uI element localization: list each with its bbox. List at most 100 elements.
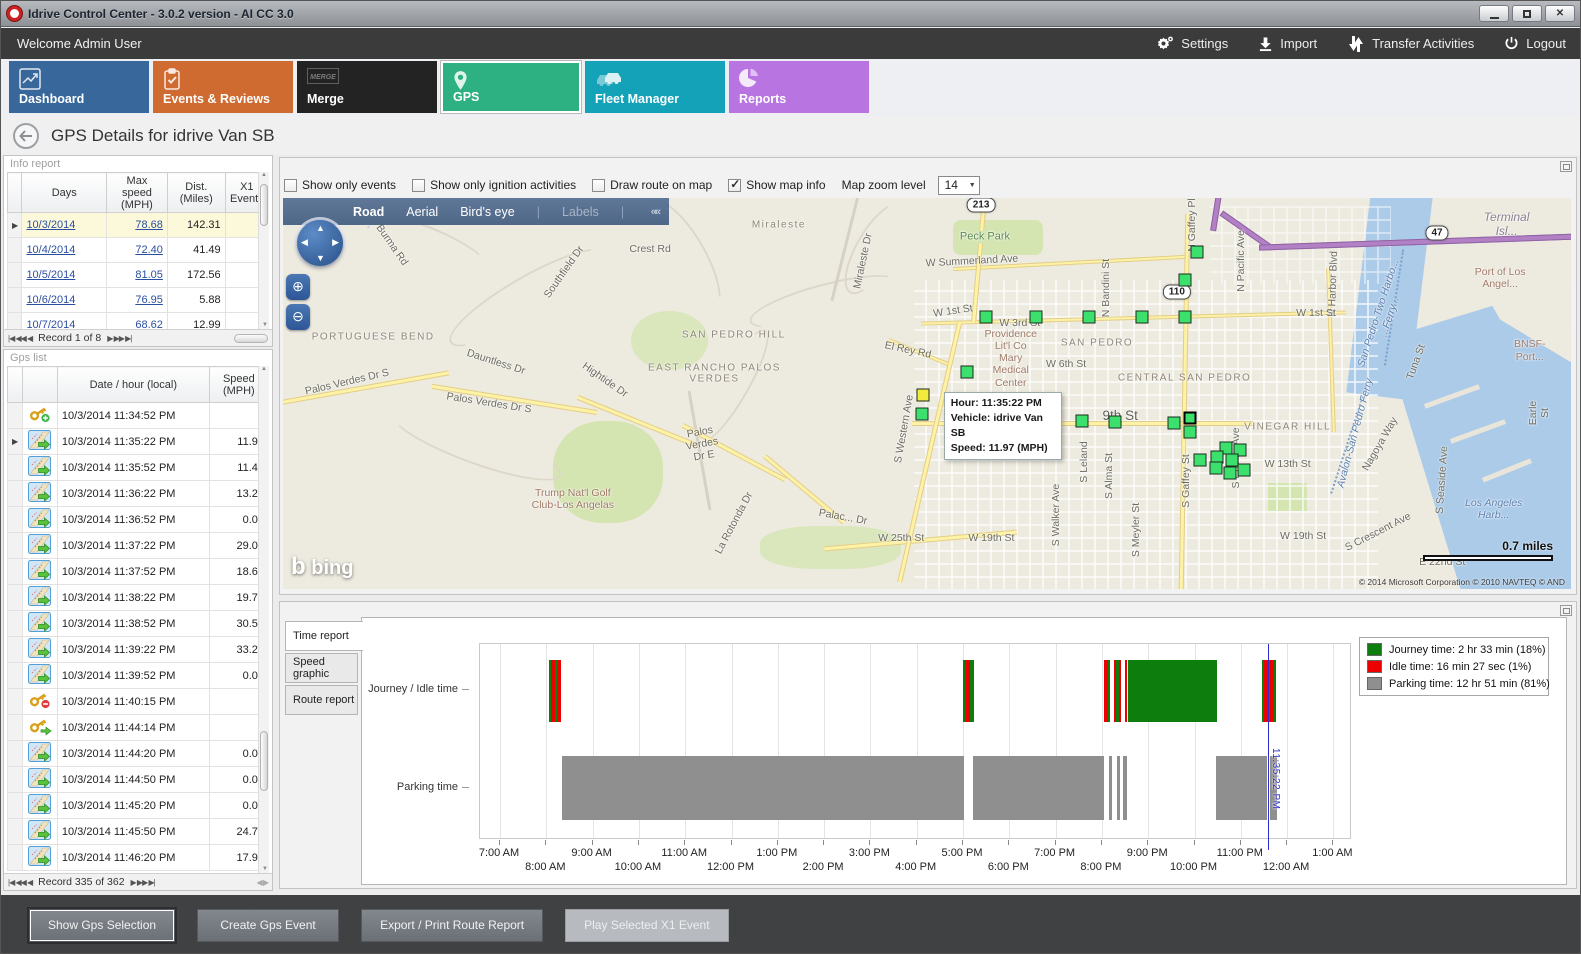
gps-list-row[interactable]: 10/3/2014 11:44:20 PM0.00	[8, 741, 269, 767]
report-tab-speed-graphic[interactable]: Speed graphic	[285, 653, 358, 683]
day-link[interactable]: 10/6/2014	[26, 294, 75, 306]
gps-list-row[interactable]: 10/3/2014 11:37:22 PM29.05	[8, 533, 269, 559]
gps-marker[interactable]	[1183, 425, 1196, 438]
gps-list-row[interactable]: 10/3/2014 11:38:22 PM19.70	[8, 585, 269, 611]
max-speed-link[interactable]: 72.40	[135, 244, 163, 256]
gps-marker[interactable]	[1183, 411, 1196, 424]
gps-list-row[interactable]: 10/3/2014 11:35:52 PM11.47	[8, 455, 269, 481]
pager-last-icon[interactable]: ▶ ▶▶ ▶|	[107, 334, 131, 343]
topbar-action-logout[interactable]: Logout	[1504, 36, 1566, 51]
checkbox-show-only-events[interactable]: Show only events	[284, 178, 396, 192]
map-zoom-out-button[interactable]: ⊖	[286, 304, 310, 330]
map-view-tab-labels[interactable]: Labels	[562, 205, 599, 219]
gps-list-row[interactable]: 10/3/2014 11:34:52 PM	[8, 403, 269, 429]
day-link[interactable]: 10/3/2014	[26, 219, 75, 231]
gps-marker[interactable]	[1191, 245, 1204, 258]
nav-tile-gps[interactable]: GPS	[441, 61, 581, 113]
nav-tile-events-reviews[interactable]: Events & Reviews	[153, 61, 293, 113]
button-create-gps-event[interactable]: Create Gps Event	[197, 909, 339, 942]
gps-marker[interactable]	[1168, 416, 1181, 429]
map-view-tab-aerial[interactable]: Aerial	[406, 205, 438, 219]
nav-tile-merge[interactable]: MERGEMerge	[297, 61, 437, 113]
minimize-button[interactable]	[1479, 5, 1509, 22]
pager-hscroll-thumb[interactable]	[234, 334, 268, 343]
button-show-gps-selection[interactable]: Show Gps Selection	[29, 909, 175, 942]
gps-list-row[interactable]: 10/3/2014 11:38:52 PM30.55	[8, 611, 269, 637]
map-view-tab-road[interactable]: Road	[353, 205, 384, 219]
gps-marker[interactable]	[1237, 464, 1250, 477]
info-column-header[interactable]: Dist. (Miles)	[167, 173, 225, 213]
gps-list-row[interactable]: 10/3/2014 11:39:22 PM33.21	[8, 637, 269, 663]
gps-list-row[interactable]: 10/3/2014 11:39:52 PM0.00	[8, 663, 269, 689]
topbar-action-import[interactable]: Import	[1258, 36, 1317, 52]
pager-first-icon[interactable]: |◀ ◀◀ ◀	[8, 878, 32, 887]
report-tab-route-report[interactable]: Route report	[285, 685, 358, 715]
day-link[interactable]: 10/4/2014	[26, 244, 75, 256]
gps-list-row[interactable]: 10/3/2014 11:44:14 PM	[8, 715, 269, 741]
gps-list-row[interactable]: 10/3/2014 11:45:20 PM0.00	[8, 793, 269, 819]
nav-tile-fleet-manager[interactable]: Fleet Manager	[585, 61, 725, 113]
gps-marker[interactable]	[1194, 453, 1207, 466]
info-report-row[interactable]: 10/5/201481.05172.56	[8, 263, 269, 288]
info-report-row[interactable]: 10/4/201472.4041.49	[8, 238, 269, 263]
checkbox-show-only-ignition-activities[interactable]: Show only ignition activities	[412, 178, 576, 192]
map-view-toolbar: RoadAerialBird's eye|Labels|««	[283, 198, 669, 225]
pager-first-icon[interactable]: |◀ ◀◀ ◀	[8, 334, 32, 343]
gps-list-row[interactable]: 10/3/2014 11:46:20 PM17.93	[8, 845, 269, 871]
map-pan-control[interactable]: ▲ ▼ ◀ ▶	[297, 220, 343, 266]
max-speed-link[interactable]: 76.95	[135, 294, 163, 306]
map-zoom-level-select[interactable]: 14	[938, 176, 980, 195]
gps-marker[interactable]	[1109, 415, 1122, 428]
button-export-print-route-report[interactable]: Export / Print Route Report	[361, 909, 543, 942]
checkbox-show-map-info[interactable]: Show map info	[728, 178, 825, 192]
gps-list-row[interactable]: 10/3/2014 11:45:50 PM24.75	[8, 819, 269, 845]
gps-column-header[interactable]: Date / hour (local)	[57, 367, 209, 403]
info-report-row[interactable]: 10/7/201468.6212.99	[8, 313, 269, 330]
gps-marker[interactable]	[915, 407, 928, 420]
max-speed-link[interactable]: 68.62	[135, 319, 163, 329]
back-button[interactable]	[13, 123, 39, 149]
info-column-header[interactable]: Days	[22, 173, 107, 213]
gps-marker[interactable]	[980, 310, 993, 323]
info-column-header[interactable]: Max speed (MPH)	[107, 173, 168, 213]
gps-marker[interactable]	[1136, 310, 1149, 323]
close-button[interactable]: ✕	[1545, 5, 1575, 22]
gps-list-row[interactable]: 10/3/2014 11:44:50 PM0.00	[8, 767, 269, 793]
topbar-action-settings[interactable]: Settings	[1157, 36, 1228, 52]
info-table-scrollbar[interactable]: ▲▼	[258, 172, 269, 329]
gps-marker-selected[interactable]	[917, 388, 930, 401]
nav-tile-dashboard[interactable]: Dashboard	[9, 61, 149, 113]
info-report-row[interactable]: 10/6/201476.955.88	[8, 288, 269, 313]
gps-list-row[interactable]: 10/3/2014 11:40:15 PM	[8, 689, 269, 715]
gps-list-row[interactable]: 10/3/2014 11:36:52 PM0.00	[8, 507, 269, 533]
topbar-action-transfer-activities[interactable]: Transfer Activities	[1347, 36, 1474, 52]
nav-tile-reports[interactable]: Reports	[729, 61, 869, 113]
gps-marker[interactable]	[1209, 462, 1222, 475]
checkbox-draw-route-on-map[interactable]: Draw route on map	[592, 178, 712, 192]
gps-marker[interactable]	[1178, 273, 1191, 286]
gps-marker[interactable]	[1030, 310, 1043, 323]
map-zoom-in-button[interactable]: ⊕	[286, 274, 310, 300]
gps-list-row[interactable]: 10/3/2014 11:36:22 PM13.28	[8, 481, 269, 507]
pager-last-icon[interactable]: ▶ ▶▶ ▶|	[131, 878, 155, 887]
map-panel-maximize-button[interactable]	[1560, 161, 1572, 172]
gps-marker[interactable]	[1083, 310, 1096, 323]
gps-marker[interactable]	[1178, 310, 1191, 323]
max-speed-link[interactable]: 78.68	[135, 219, 163, 231]
day-link[interactable]: 10/5/2014	[26, 269, 75, 281]
gps-list-row[interactable]: ▶10/3/2014 11:35:22 PM11.97	[8, 429, 269, 455]
gps-table-scrollbar[interactable]: ▲▼	[258, 366, 269, 873]
info-report-row[interactable]: ▶10/3/201478.68142.31	[8, 213, 269, 238]
chart-panel-maximize-button[interactable]	[1560, 605, 1572, 616]
day-link[interactable]: 10/7/2014	[26, 319, 75, 329]
max-speed-link[interactable]: 81.05	[135, 269, 163, 281]
map-canvas[interactable]: MiralestePeck ParkW Summerland AveCrest …	[283, 198, 1571, 589]
maximize-button[interactable]	[1512, 5, 1542, 22]
gps-list-row[interactable]: 10/3/2014 11:37:52 PM18.63	[8, 559, 269, 585]
gps-marker[interactable]	[1075, 414, 1088, 427]
gps-marker[interactable]	[960, 366, 973, 379]
gps-marker[interactable]	[1223, 467, 1236, 480]
map-view-tab-bird-s-eye[interactable]: Bird's eye	[460, 205, 515, 219]
map-toolbar-collapse-button[interactable]: ««	[651, 206, 659, 218]
report-tab-time-report[interactable]: Time report	[285, 621, 363, 651]
